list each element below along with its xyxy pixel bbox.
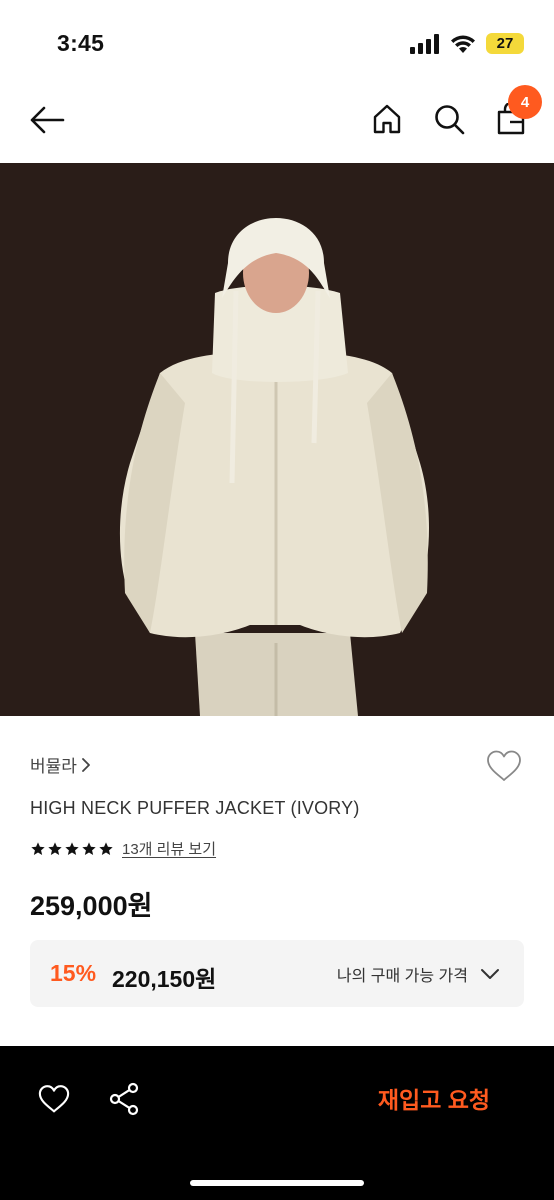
star-icon <box>65 841 79 855</box>
wifi-icon <box>451 35 475 53</box>
star-icon <box>31 841 45 855</box>
status-icons: 27 <box>410 33 524 54</box>
home-indicator[interactable] <box>190 1180 364 1186</box>
review-link[interactable]: 13개 리뷰 보기 <box>122 838 216 859</box>
battery-indicator: 27 <box>486 33 524 54</box>
star-icon <box>82 841 96 855</box>
share-icon <box>109 1082 139 1116</box>
product-image[interactable] <box>0 163 554 716</box>
bottom-wishlist-button[interactable] <box>34 1079 74 1119</box>
restock-request-button[interactable]: 재입고 요청 <box>352 1076 516 1120</box>
product-name: HIGH NECK PUFFER JACKET (IVORY) <box>30 798 360 818</box>
chevron-right-icon <box>82 757 90 772</box>
my-price-label: 나의 구매 가능 가격 <box>336 968 468 985</box>
brand-name: 버뮬라 <box>30 757 77 776</box>
discount-rate: 15% <box>50 960 97 986</box>
cellular-signal-icon <box>410 33 439 54</box>
star-icon <box>99 841 113 855</box>
discount-price: 220,150원 <box>112 966 217 992</box>
chevron-down-icon <box>481 969 499 979</box>
back-button[interactable] <box>26 102 68 138</box>
home-icon <box>373 104 401 134</box>
heart-icon <box>38 1085 70 1113</box>
wishlist-button[interactable] <box>484 746 524 786</box>
cart-count-badge: 4 <box>508 85 542 119</box>
nav-bar: 4 <box>0 85 554 160</box>
heart-icon <box>487 750 521 781</box>
discount-box[interactable]: 15% 220,150원 나의 구매 가능 가격 <box>30 940 524 1007</box>
my-price-toggle[interactable]: 나의 구매 가능 가격 <box>337 962 500 986</box>
search-button[interactable] <box>430 100 468 138</box>
rating-row: 13개 리뷰 보기 <box>30 838 216 859</box>
product-photo-illustration <box>0 163 554 716</box>
share-button[interactable] <box>104 1079 144 1119</box>
arrow-left-icon <box>30 106 65 134</box>
star-icon <box>48 841 62 855</box>
search-icon <box>435 105 465 135</box>
brand-link[interactable]: 버뮬라 <box>30 752 91 777</box>
status-time: 3:45 <box>57 30 105 56</box>
bottom-action-bar: 재입고 요청 <box>0 1046 554 1200</box>
status-bar: 3:45 27 <box>0 0 554 88</box>
home-button[interactable] <box>368 100 406 138</box>
star-rating <box>30 841 114 857</box>
price: 259,000원 <box>30 891 153 921</box>
